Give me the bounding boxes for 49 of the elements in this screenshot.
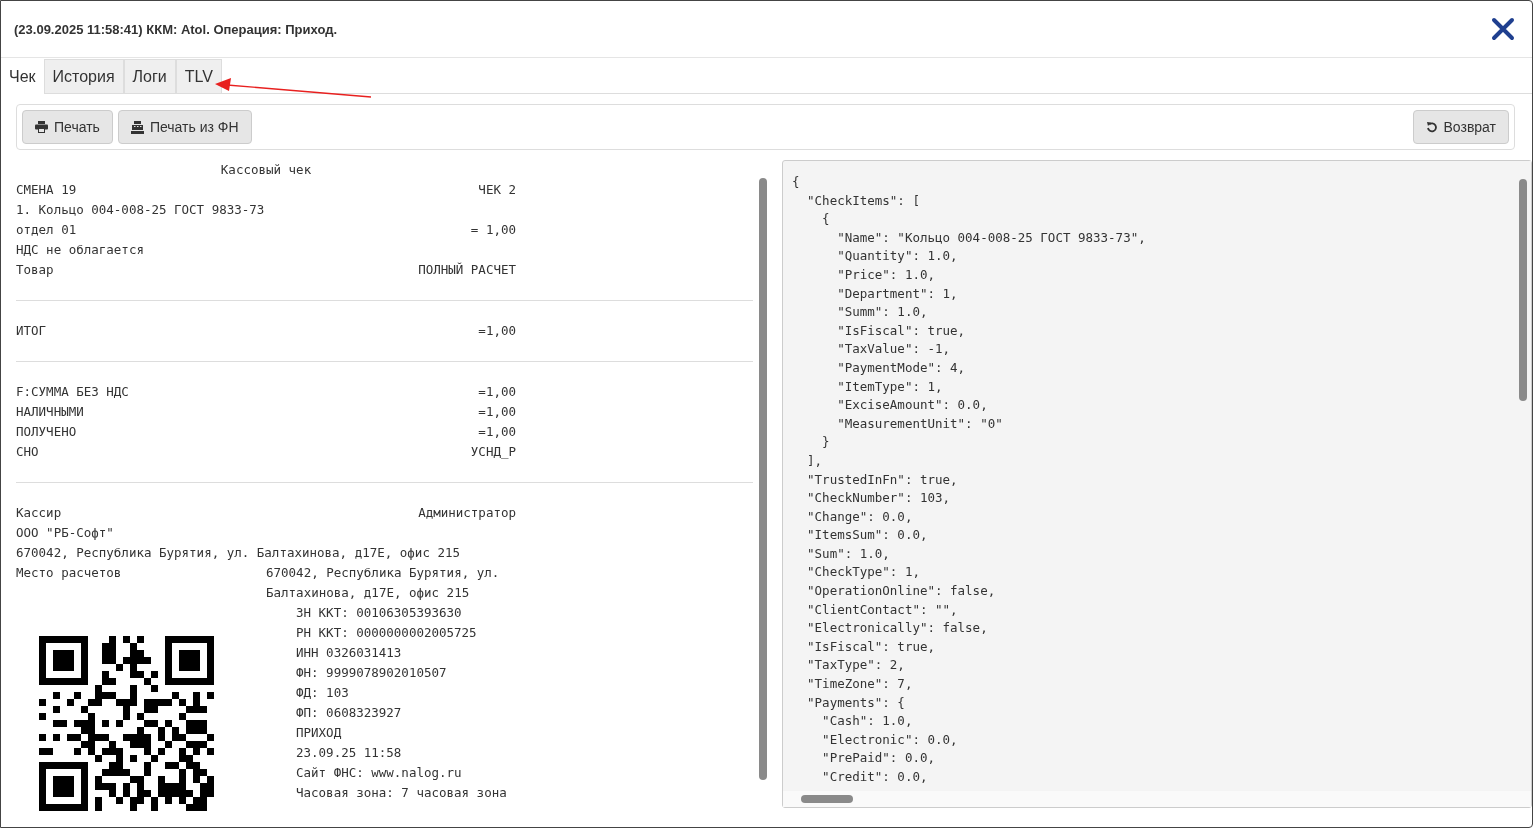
- receipt-text: ИТОГ: [16, 322, 47, 340]
- receipt-text: 1. Кольцо 004-008-25 ГОСТ 9833-73: [16, 201, 265, 219]
- receipt-text: РН ККТ: 0000000002005725: [296, 624, 478, 642]
- receipt-text: 23.09.25 11:58: [296, 744, 403, 762]
- receipt-text: Товар: [16, 261, 54, 279]
- printer-icon: [35, 121, 48, 133]
- receipt-text: ПОЛУЧЕНО: [16, 423, 77, 441]
- receipt-text: ЗН ККТ: 00106305393630: [296, 604, 463, 622]
- receipt-text: СМЕНА 19: [16, 181, 77, 199]
- tab[interactable]: Логи: [123, 59, 176, 93]
- receipt-text: 670042, Республика Бурятия, ул. Балтахинова, д17Е, офис 215: [16, 544, 460, 562]
- toolbar-button[interactable]: Печать: [22, 110, 113, 144]
- receipt-text: F:СУММА БЕЗ НДС: [16, 383, 129, 401]
- receipt-value: ЧЕК 2: [478, 181, 516, 199]
- receipt-text: ИНН 0326031413: [296, 644, 403, 662]
- close-icon[interactable]: [1491, 17, 1515, 41]
- receipt-text: НДС не облагается: [16, 241, 144, 259]
- receipt-title: Кассовый чек: [219, 161, 313, 179]
- undo-icon: [1425, 121, 1438, 133]
- tab[interactable]: История: [43, 59, 124, 93]
- receipt-text: ПРИХОД: [296, 724, 343, 742]
- receipt-text: отдел 01: [16, 221, 77, 239]
- return-button[interactable]: Возврат: [1412, 110, 1509, 144]
- receipt-value: =1,00: [478, 383, 516, 401]
- receipt-text: Кассир: [16, 504, 62, 522]
- receipt-text: 670042, Республика Бурятия, ул.: [266, 564, 500, 582]
- receipt-value: ПОЛНЫЙ РАСЧЕТ: [418, 261, 516, 279]
- receipt-value: = 1,00: [470, 221, 516, 239]
- receipt-text: ФД: 103: [296, 684, 350, 702]
- scrollbar[interactable]: [783, 791, 1531, 807]
- window-title: (23.09.2025 11:58:41) ККМ: Atol. Операция: Приход.: [14, 21, 338, 37]
- receipt-text: ФП: 0608323927: [296, 704, 403, 722]
- receipt-text: Место расчетов: [16, 564, 123, 582]
- receipt-value: =1,00: [478, 423, 516, 441]
- cash-register-icon: [130, 120, 144, 134]
- receipt-text: Сайт ФНС: www.nalog.ru: [296, 764, 463, 782]
- receipt-text: ООО "РБ-Софт": [16, 524, 114, 542]
- receipt-value: =1,00: [478, 322, 516, 340]
- receipt-value: УСНД_Р: [470, 443, 516, 461]
- receipt-text: Часовая зона: 7 часовая зона: [296, 784, 507, 802]
- tab[interactable]: TLV: [175, 59, 222, 93]
- code-text: { "CheckItems": [ { "Name": "Кольцо 004-008-25 ГОСТ 9833-73", "Quantity": 1.0, "Price": 1.0, "Department": 1, "Summ": 1.0, "IsFiscal": true, "TaxValue": -1, "PaymentMode": 4, "ItemType": 1, "ExciseAmount": 0.0, "MeasurementUnit": "0" } ], "TrustedInFn": true, "CheckNumber": 103, "Change": 0.0, "ItemsSum": 0.0, "Sum": 1.0, "CheckType": 1, "OperationOnline": false, "ClientContact": "", "Electronically": false, "IsFiscal": true, "TaxType": 2, "TimeZone": 7, "Payments": { "Cash": 1.0, "Electronic": 0.0, "PrePaid": 0.0, "Credit": 0.0,: [791, 173, 1147, 786]
- toolbar-button[interactable]: Печать из ФН: [117, 110, 252, 144]
- receipt-text: СНО: [16, 443, 39, 461]
- receipt-text: НАЛИЧНЫМИ: [16, 403, 84, 421]
- receipt-text: ФН: 9999078902010507: [296, 664, 448, 682]
- receipt-value: =1,00: [478, 403, 516, 421]
- receipt-value: Администратор: [418, 504, 516, 522]
- receipt-text: Балтахинова, д17Е, офис 215: [266, 584, 471, 602]
